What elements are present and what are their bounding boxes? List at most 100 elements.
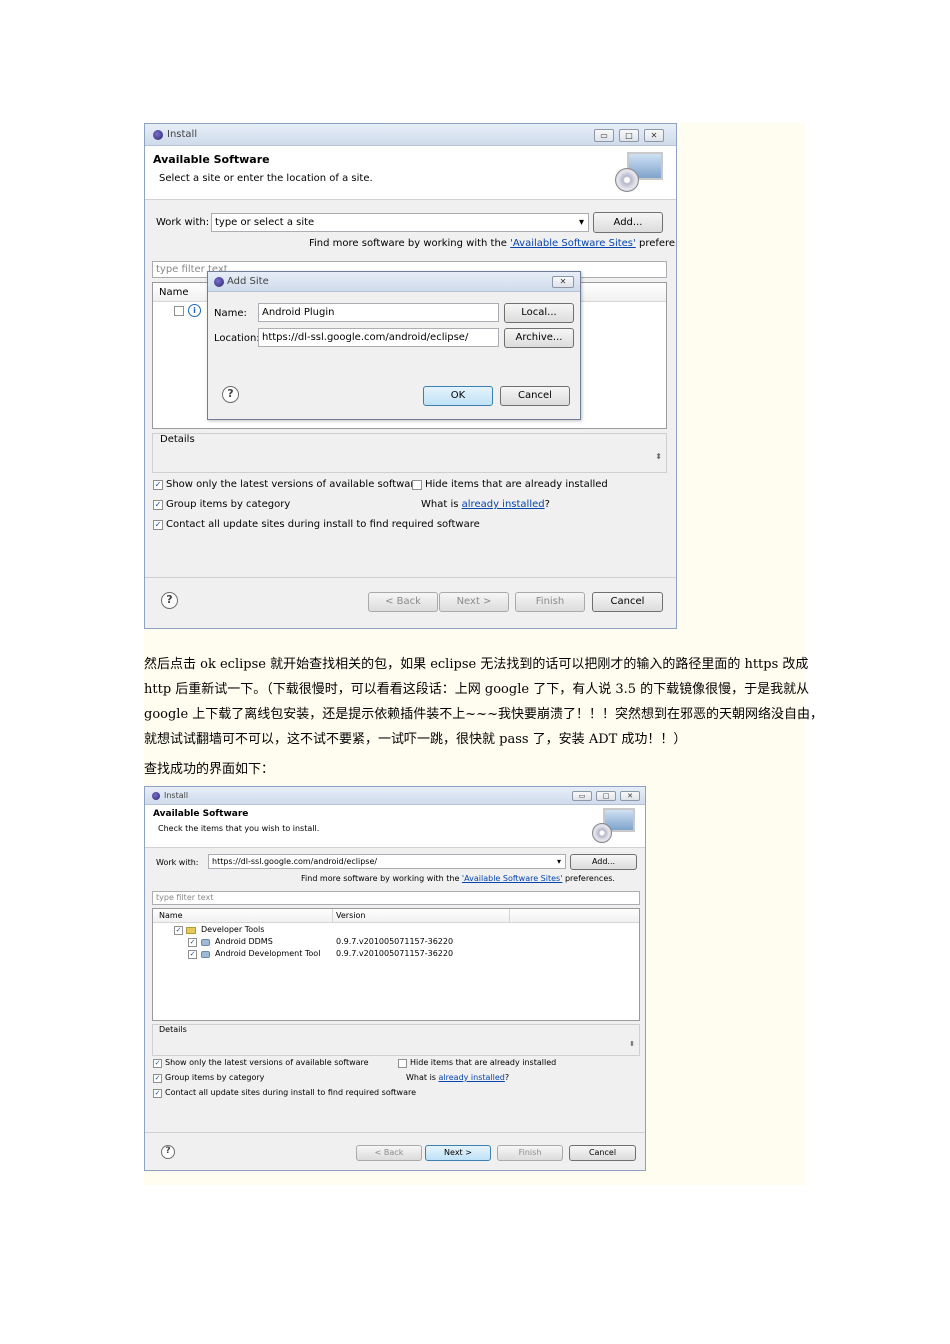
header-title: Available Software [153,809,249,819]
name-field[interactable]: Android Plugin [258,303,499,322]
help-icon[interactable]: ? [161,1145,175,1159]
android-ddms-checkbox[interactable]: ✓ [188,938,197,947]
work-with-value: https://dl-ssl.google.com/android/eclips… [212,857,378,866]
filter-input[interactable]: type filter text [152,891,640,905]
find-more-line: Find more software by working with the '… [301,874,615,883]
window-title: Install [167,129,198,140]
tree-item-version: 0.9.7.v201005071157-36220 [336,949,454,958]
wizard-header: Available Software Check the items that … [145,805,645,848]
close-button[interactable]: ✕ [644,129,664,142]
finish-button[interactable]: Finish [497,1145,563,1161]
ok-button[interactable]: OK [423,386,493,406]
column-separator [509,909,510,922]
paragraph-line-3: google 上下载了离线包安装，还是提示依赖插件装不上~~~我快要崩溃了！！！… [144,707,823,722]
tree-header: Name Version [153,909,639,923]
next-button[interactable]: Next > [439,592,509,612]
work-with-value: type or select a site [215,217,315,228]
col-name-header[interactable]: Name [159,911,183,920]
maximize-button[interactable]: □ [596,791,616,801]
already-installed-link[interactable]: already installed [462,499,545,510]
help-icon[interactable]: ? [222,386,239,403]
contact-sites-label: Contact all update sites during install … [165,1088,417,1097]
dropdown-arrow-icon[interactable]: ▾ [579,214,584,231]
title-bar: Install ▭ □ ✕ [145,124,676,146]
dialog-cancel-button[interactable]: Cancel [500,386,570,406]
contact-sites-checkbox[interactable]: ✓ [153,1089,162,1098]
latest-versions-checkbox[interactable]: ✓ [153,1059,162,1068]
available-sites-link[interactable]: 'Available Software Sites' [462,874,563,883]
group-category-label: Group items by category [165,1073,265,1082]
next-button[interactable]: Next > [425,1145,491,1161]
developer-tools-checkbox[interactable]: ✓ [174,926,183,935]
header-subtitle: Check the items that you wish to install… [158,824,320,833]
name-value: Android Plugin [262,307,335,318]
finish-button[interactable]: Finish [515,592,585,612]
back-button[interactable]: < Back [368,592,438,612]
work-with-combo[interactable]: type or select a site ▾ [211,213,589,232]
location-field[interactable]: https://dl-ssl.google.com/android/eclips… [258,328,499,347]
hide-installed-label: Hide items that are already installed [425,479,608,490]
eclipse-icon [214,277,224,287]
latest-versions-label: Show only the latest versions of availab… [165,1058,369,1067]
hide-installed-label: Hide items that are already installed [410,1058,557,1067]
cancel-button[interactable]: Cancel [569,1145,636,1161]
col-name-header[interactable]: Name [159,287,189,298]
details-label: Details [160,434,195,445]
work-with-label: Work with: [156,858,199,867]
already-installed-link[interactable]: already installed [439,1073,505,1082]
close-button[interactable]: ✕ [620,791,640,801]
plugin-icon [201,939,210,946]
back-button[interactable]: < Back [356,1145,422,1161]
archive-button[interactable]: Archive... [504,328,574,348]
footer-separator [145,1132,645,1133]
add-site-close-button[interactable]: ✕ [552,276,574,288]
find-more-suffix: preferences. [564,874,615,883]
find-more-suffix: preferences. [638,238,676,249]
tree-item-checkbox[interactable] [174,306,184,316]
install-window-success: Install ▭ □ ✕ Available Software Check t… [144,786,646,1171]
eclipse-icon [152,792,160,800]
column-separator [332,909,333,922]
details-scroll-icon[interactable]: ⬍ [655,452,662,461]
hide-installed-checkbox[interactable] [412,480,422,490]
add-button[interactable]: Add... [570,854,637,870]
dropdown-arrow-icon[interactable]: ▾ [557,855,561,868]
install-monitor-icon [591,807,637,845]
what-is-suffix: ? [544,499,550,510]
work-with-combo[interactable]: https://dl-ssl.google.com/android/eclips… [208,854,566,869]
name-label: Name: [214,308,247,319]
tree-item-label: Developer Tools [201,925,265,934]
title-bar: Install ▭ □ ✕ [145,787,645,805]
local-button[interactable]: Local... [504,303,574,323]
window-title: Install [164,791,189,800]
what-is-line: What is already installed? [421,499,550,510]
tree-item-label: Android DDMS [215,937,273,946]
contact-sites-checkbox[interactable]: ✓ [153,520,163,530]
col-version-header[interactable]: Version [336,911,365,920]
paragraph-line-5: 查找成功的界面如下： [144,762,275,777]
details-group: Details ⬍ [152,1024,640,1056]
find-more-prefix: Find more software by working with the [301,874,460,883]
minimize-button[interactable]: ▭ [594,129,614,142]
location-label: Location: [214,333,260,344]
maximize-button[interactable]: □ [619,129,639,142]
add-button[interactable]: Add... [593,212,663,233]
plugin-icon [201,951,210,958]
header-subtitle: Select a site or enter the location of a… [159,173,373,184]
install-monitor-icon [615,150,665,196]
details-group: Details ⬍ [152,433,667,473]
software-tree[interactable]: Name Version ✓ Developer Tools ✓ Android… [152,908,640,1021]
latest-versions-checkbox[interactable]: ✓ [153,480,163,490]
hide-installed-checkbox[interactable] [398,1059,407,1068]
help-icon[interactable]: ? [161,592,178,609]
group-category-checkbox[interactable]: ✓ [153,1074,162,1083]
minimize-button[interactable]: ▭ [572,791,592,801]
details-label: Details [159,1025,187,1034]
details-scroll-icon[interactable]: ⬍ [629,1040,635,1048]
eclipse-icon [153,130,163,140]
group-category-checkbox[interactable]: ✓ [153,500,163,510]
tree-item-label: Android Development Tool [215,949,321,958]
cancel-button[interactable]: Cancel [592,592,663,612]
android-dev-tool-checkbox[interactable]: ✓ [188,950,197,959]
available-sites-link[interactable]: 'Available Software Sites' [510,238,636,249]
